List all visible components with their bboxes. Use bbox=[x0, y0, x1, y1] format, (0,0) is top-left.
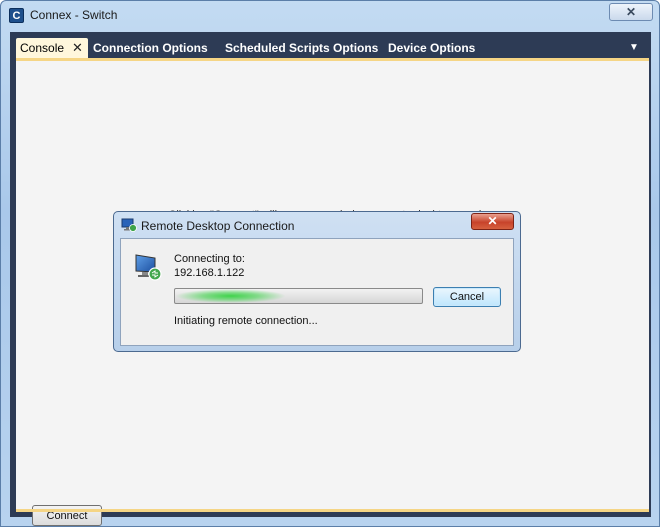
tab-close-icon[interactable]: ✕ bbox=[72, 38, 83, 58]
dialog-titlebar[interactable]: Remote Desktop Connection ✕ bbox=[114, 212, 520, 238]
tab-overflow-icon[interactable]: ▼ bbox=[629, 42, 639, 53]
connection-progress-bar bbox=[174, 288, 423, 304]
connection-status: Initiating remote connection... bbox=[174, 315, 318, 327]
dialog-body: Connecting to: 192.168.1.122 Cancel Init… bbox=[120, 238, 514, 346]
tab-strip: Console ✕ Connection Options Scheduled Sc… bbox=[10, 32, 651, 58]
window-close-icon[interactable]: ✕ bbox=[609, 3, 653, 21]
connecting-to-label: Connecting to: bbox=[174, 253, 245, 265]
tab-device-options[interactable]: Device Options bbox=[388, 38, 475, 58]
connection-address: 192.168.1.122 bbox=[174, 267, 245, 279]
app-logo-icon: C bbox=[9, 8, 24, 23]
remote-desktop-dialog: Remote Desktop Connection ✕ Connecting t… bbox=[113, 211, 521, 352]
monitor-connection-icon bbox=[135, 254, 162, 281]
remote-desktop-icon bbox=[121, 218, 137, 232]
progress-fill bbox=[175, 289, 287, 303]
panel-bottom-accent bbox=[16, 509, 649, 512]
window-title: Connex - Switch bbox=[30, 8, 118, 22]
tab-console[interactable]: Console ✕ bbox=[16, 38, 88, 58]
dialog-close-icon[interactable]: ✕ bbox=[471, 213, 514, 230]
window-titlebar[interactable]: C Connex - Switch ✕ bbox=[1, 1, 659, 31]
tab-connection-options[interactable]: Connection Options bbox=[93, 38, 208, 58]
app-window: C Connex - Switch ✕ Console ✕ Connection … bbox=[0, 0, 660, 527]
cancel-button[interactable]: Cancel bbox=[433, 287, 501, 307]
dialog-title: Remote Desktop Connection bbox=[141, 219, 295, 233]
tab-scheduled-scripts-options[interactable]: Scheduled Scripts Options bbox=[225, 38, 378, 58]
tab-console-label: Console bbox=[20, 41, 65, 55]
